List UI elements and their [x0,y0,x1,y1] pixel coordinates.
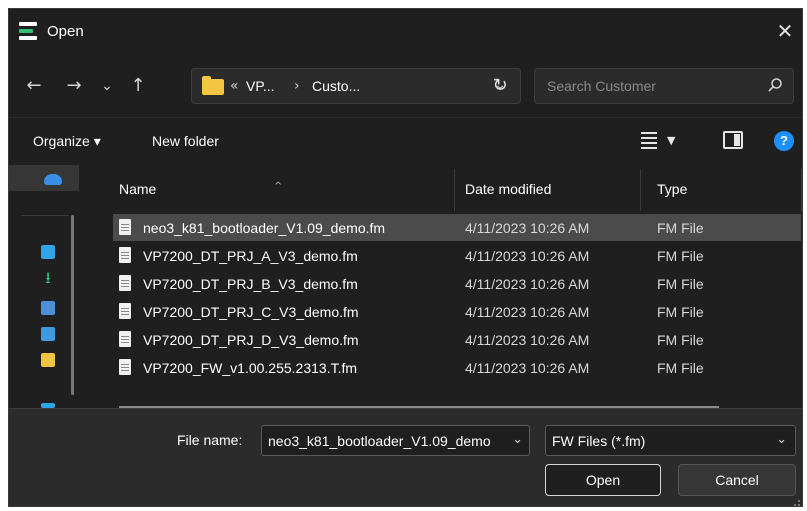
sidebar-divider [21,215,69,216]
file-type: FM File [657,276,704,292]
sort-ascending-icon: ^ [274,181,283,192]
column-header-date[interactable]: Date modified [455,163,640,211]
file-date: 4/11/2023 10:26 AM [465,248,590,264]
file-row[interactable]: neo3_k81_bootloader_V1.09_demo.fm 4/11/20… [113,214,801,241]
file-type: FM File [657,248,704,264]
folder-icon [202,76,224,95]
view-dropdown-icon[interactable]: ▼ [667,134,675,147]
title-bar: Open ✕ [9,9,802,55]
up-arrow-icon[interactable]: ↑ [125,73,151,99]
resize-grip-icon[interactable] [794,500,800,506]
file-name-combobox[interactable]: neo3_k81_bootloader_V1.09_demo ⌄ [261,425,530,456]
file-date: 4/11/2023 10:26 AM [465,276,590,292]
breadcrumb-overflow-icon[interactable]: « [230,78,239,94]
dialog-footer: File name: neo3_k81_bootloader_V1.09_dem… [9,408,802,506]
command-bar: Organize ▾ New folder ▼ ? [9,117,802,163]
organize-button[interactable]: Organize ▾ [33,133,101,150]
breadcrumb-separator-icon: › [294,78,300,94]
file-row[interactable]: VP7200_DT_PRJ_A_V3_demo.fm 4/11/2023 10:2… [113,242,801,269]
file-icon [119,359,131,375]
column-header-type[interactable]: Type [641,163,801,211]
file-name: VP7200_DT_PRJ_A_V3_demo.fm [143,248,358,264]
file-icon [119,247,131,263]
file-icon [119,275,131,291]
file-type-value: FW Files (*.fm) [552,433,646,449]
file-icon [119,219,131,235]
file-type: FM File [657,220,704,236]
navigation-pane: ⭳ [9,163,89,408]
navigation-bar: ← → ⌄ ↑ « VP... › Custo... ⌄ ↻ Search Cu… [9,55,802,117]
file-row[interactable]: VP7200_DT_PRJ_B_V3_demo.fm 4/11/2023 10:2… [113,270,801,297]
file-type-dropdown-icon[interactable]: ⌄ [776,432,787,447]
file-date: 4/11/2023 10:26 AM [465,360,590,376]
file-icon [119,331,131,347]
file-name: VP7200_DT_PRJ_D_V3_demo.fm [143,332,359,348]
file-name: VP7200_DT_PRJ_B_V3_demo.fm [143,276,358,292]
desktop-icon[interactable] [41,245,55,259]
help-icon[interactable]: ? [774,131,794,151]
file-name-dropdown-icon[interactable]: ⌄ [512,432,523,447]
column-name-label: Name [119,181,157,197]
file-name-label: File name: [177,432,243,448]
file-name: VP7200_DT_PRJ_C_V3_demo.fm [143,304,359,320]
recent-locations-chevron-icon[interactable]: ⌄ [97,73,117,99]
file-date: 4/11/2023 10:26 AM [465,304,590,320]
close-icon[interactable]: ✕ [772,18,798,44]
folder-icon[interactable] [41,353,55,367]
breadcrumb-item-customer[interactable]: Custo... [312,78,360,94]
cancel-button[interactable]: Cancel [678,464,796,496]
search-input[interactable]: Search Customer [547,78,656,94]
file-row[interactable]: VP7200_DT_PRJ_D_V3_demo.fm 4/11/2023 10:2… [113,326,801,353]
file-list: ^ Name Date modified Type neo3_k81_bootl… [89,163,802,408]
view-options-icon[interactable] [641,132,657,149]
breadcrumb-item-vp[interactable]: VP... [246,78,275,94]
address-bar[interactable]: « VP... › Custo... ⌄ [191,68,521,104]
refresh-icon[interactable]: ↻ [487,73,513,99]
file-name: VP7200_FW_v1.00.255.2313.T.fm [143,360,358,376]
file-row[interactable]: VP7200_DT_PRJ_C_V3_demo.fm 4/11/2023 10:2… [113,298,801,325]
sidebar-scrollbar[interactable] [71,215,74,395]
search-box[interactable]: Search Customer [534,68,794,104]
file-row[interactable]: VP7200_FW_v1.00.255.2313.T.fm 4/11/2023 1… [113,354,801,381]
file-date: 4/11/2023 10:26 AM [465,220,590,236]
new-folder-button[interactable]: New folder [152,133,219,149]
documents-icon[interactable] [41,301,55,315]
column-header-name[interactable]: ^ Name [89,163,454,211]
pictures-icon[interactable] [41,327,55,341]
column-divider[interactable] [801,169,802,211]
column-date-label: Date modified [465,181,552,197]
file-type-select[interactable]: FW Files (*.fm) ⌄ [545,425,796,456]
open-dialog: Open ✕ ← → ⌄ ↑ « VP... › Custo... ⌄ ↻ Se… [8,8,803,507]
downloads-icon[interactable]: ⭳ [41,270,55,286]
file-type: FM File [657,332,704,348]
window-title: Open [47,23,84,40]
app-icon [19,22,39,40]
forward-arrow-icon[interactable]: → [61,73,87,99]
onedrive-cloud-icon [44,174,62,185]
file-name: neo3_k81_bootloader_V1.09_demo.fm [143,220,386,236]
file-type: FM File [657,360,704,376]
file-icon [119,303,131,319]
preview-pane-icon[interactable] [723,131,743,149]
sidebar-item-onedrive[interactable] [9,165,79,191]
file-name-input[interactable]: neo3_k81_bootloader_V1.09_demo [268,433,506,449]
file-date: 4/11/2023 10:26 AM [465,332,590,348]
back-arrow-icon[interactable]: ← [21,73,47,99]
column-type-label: Type [657,181,688,197]
open-button[interactable]: Open [545,464,661,496]
file-type: FM File [657,304,704,320]
search-icon[interactable] [767,77,783,93]
